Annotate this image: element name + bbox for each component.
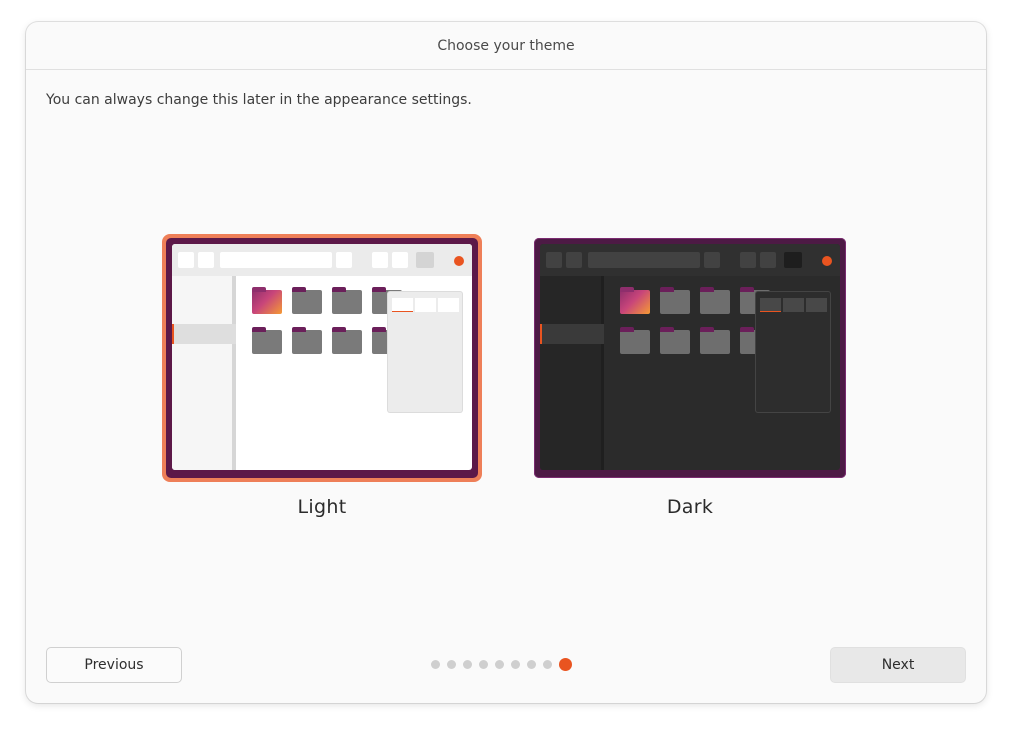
preview-close-icon xyxy=(822,256,832,266)
preview-toolbar-button xyxy=(178,252,194,268)
preview-sidebar-selected xyxy=(172,324,236,344)
preview-toolbar-button xyxy=(372,252,388,268)
theme-option-dark[interactable]: Dark xyxy=(530,234,850,518)
preview-toolbar-button xyxy=(566,252,582,268)
previous-button[interactable]: Previous xyxy=(46,647,182,683)
preview-window xyxy=(172,244,472,470)
preview-toolbar-button xyxy=(198,252,214,268)
theme-preview-frame-dark[interactable] xyxy=(530,234,850,482)
preview-toolbar-button xyxy=(546,252,562,268)
theme-option-light[interactable]: Light xyxy=(162,234,482,518)
folder-icon xyxy=(292,287,322,314)
step-dot xyxy=(495,660,504,669)
folder-icon xyxy=(332,327,362,354)
window-title: Choose your theme xyxy=(26,22,986,70)
step-dot-current xyxy=(559,658,572,671)
preview-sidebar-selected xyxy=(540,324,604,344)
step-dot xyxy=(511,660,520,669)
preview-popover xyxy=(388,292,462,412)
step-indicator xyxy=(431,658,572,671)
preview-path-bar xyxy=(220,252,332,268)
theme-preview-dark xyxy=(534,238,846,478)
setup-window: Choose your theme You can always change … xyxy=(26,22,986,703)
folder-icon xyxy=(292,327,322,354)
preview-popover-button xyxy=(783,298,804,312)
preview-sidebar xyxy=(540,276,604,470)
step-dot xyxy=(463,660,472,669)
preview-path-bar xyxy=(588,252,700,268)
preview-toolbar xyxy=(172,244,472,276)
preview-toolbar-button xyxy=(336,252,352,268)
preview-window xyxy=(540,244,840,470)
folder-icon xyxy=(660,327,690,354)
page-subtitle: You can always change this later in the … xyxy=(46,92,472,108)
preview-toolbar-button xyxy=(704,252,720,268)
step-dot xyxy=(543,660,552,669)
preview-toolbar-button xyxy=(416,252,434,268)
step-dot xyxy=(479,660,488,669)
theme-preview-light xyxy=(166,238,478,478)
theme-label-light[interactable]: Light xyxy=(162,496,482,518)
preview-toolbar xyxy=(540,244,840,276)
step-dot xyxy=(527,660,536,669)
folder-icon xyxy=(660,287,690,314)
preview-popover-button xyxy=(438,298,459,312)
next-button[interactable]: Next xyxy=(830,647,966,683)
step-dot xyxy=(431,660,440,669)
theme-label-dark[interactable]: Dark xyxy=(530,496,850,518)
step-dot xyxy=(447,660,456,669)
folder-icon xyxy=(332,287,362,314)
theme-preview-frame-light[interactable] xyxy=(162,234,482,482)
preview-popover-button xyxy=(415,298,436,312)
preview-toolbar-button xyxy=(760,252,776,268)
preview-popover-button xyxy=(760,298,781,312)
preview-popover-button xyxy=(806,298,827,312)
folder-icon xyxy=(620,327,650,354)
preview-toolbar-button xyxy=(740,252,756,268)
preview-popover xyxy=(756,292,830,412)
folder-icon xyxy=(252,327,282,354)
folder-icon xyxy=(620,287,650,314)
folder-icon xyxy=(700,287,730,314)
preview-toolbar-button xyxy=(784,252,802,268)
preview-popover-button xyxy=(392,298,413,312)
folder-icon xyxy=(700,327,730,354)
folder-icon xyxy=(252,287,282,314)
preview-close-icon xyxy=(454,256,464,266)
preview-toolbar-button xyxy=(392,252,408,268)
preview-sidebar xyxy=(172,276,236,470)
